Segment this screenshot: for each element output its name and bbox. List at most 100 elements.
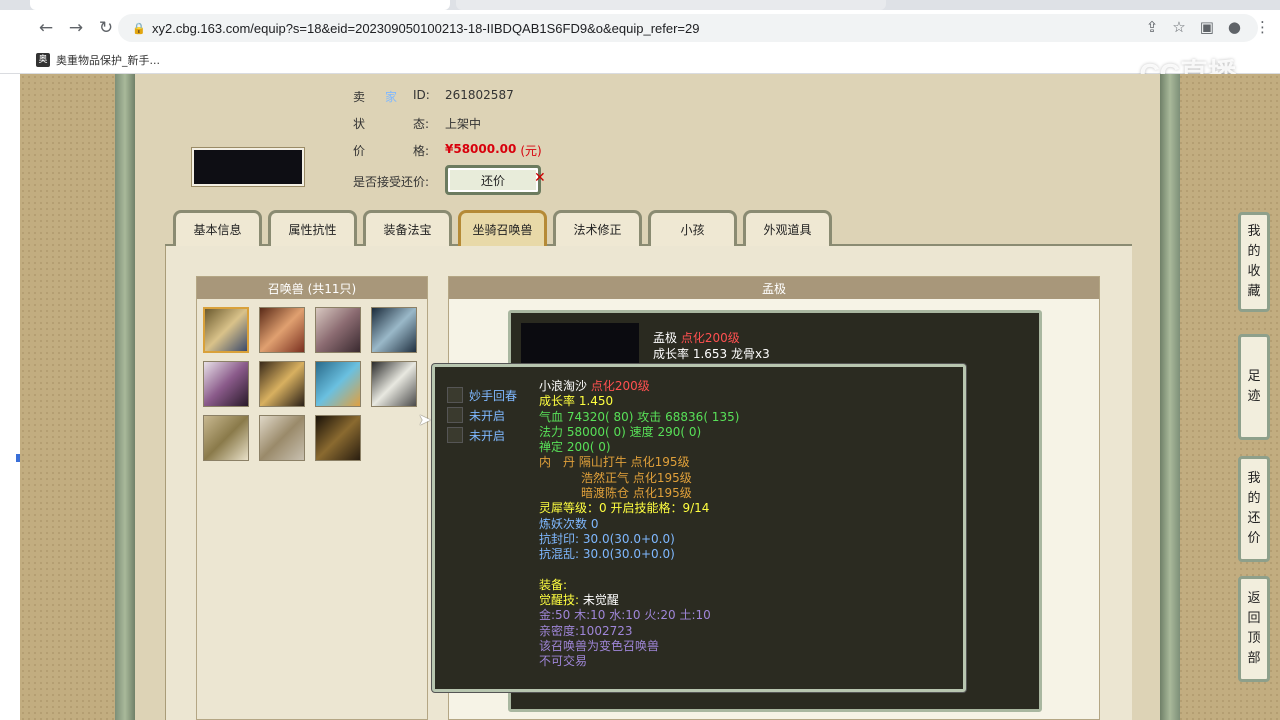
skill-icon bbox=[447, 407, 463, 423]
zen-line: 禅定 200( 0) bbox=[539, 440, 739, 455]
tab-basic-info[interactable]: 基本信息 bbox=[173, 210, 262, 246]
price-label: 价 格: bbox=[353, 142, 445, 159]
btn-char: 我 bbox=[1247, 224, 1261, 239]
pet-name-line: 小浪淘沙 点化200级 bbox=[539, 379, 739, 394]
back-to-top-button[interactable]: 返 回 顶 部 bbox=[1238, 576, 1270, 682]
equip-tabs: 基本信息 属性抗性 装备法宝 坐骑召唤兽 法术修正 小孩 外观道具 bbox=[173, 210, 832, 246]
pet-avatar[interactable] bbox=[203, 415, 249, 461]
tooltip-stats: 小浪淘沙 点化200级 成长率 1.450 气血 74320( 80) 攻击 6… bbox=[539, 379, 739, 670]
skill-slot[interactable]: 妙手回春 bbox=[447, 385, 517, 405]
tab-equipment[interactable]: 装备法宝 bbox=[363, 210, 452, 246]
label-spacer bbox=[385, 142, 413, 159]
btn-char: 收 bbox=[1247, 264, 1261, 279]
left-window-strip bbox=[0, 74, 20, 720]
card-name: 孟极 bbox=[653, 331, 678, 345]
browser-tab[interactable] bbox=[456, 0, 886, 10]
btn-char: 部 bbox=[1247, 651, 1261, 666]
url-text[interactable]: xy2.cbg.163.com/equip?s=18&eid=202309050… bbox=[152, 21, 699, 36]
address-bar[interactable]: 🔒 xy2.cbg.163.com/equip?s=18&eid=2023090… bbox=[118, 14, 1258, 42]
side-panel-icon[interactable]: ▣ bbox=[1200, 18, 1214, 36]
browser-tab-strip bbox=[0, 0, 1280, 10]
forward-icon[interactable]: → bbox=[62, 14, 90, 42]
skill-name: 妙手回春 bbox=[469, 388, 518, 403]
stat-mp: 58000( 0) bbox=[566, 424, 626, 439]
awaken-value: 未觉醒 bbox=[582, 593, 619, 608]
browser-tab[interactable] bbox=[30, 0, 450, 10]
tab-mounts-pets[interactable]: 坐骑召唤兽 bbox=[458, 210, 547, 246]
stat-label: 法力 bbox=[539, 424, 564, 439]
counter-offer-row: 是否接受还价: bbox=[353, 173, 429, 190]
seller-row: 卖 家 ID: 261802587 bbox=[353, 88, 514, 105]
bookmark-star-icon[interactable]: ☆ bbox=[1172, 18, 1185, 36]
skill-list: 妙手回春 未开启 未开启 bbox=[447, 385, 517, 445]
pet-avatar[interactable] bbox=[259, 415, 305, 461]
site-info-icon[interactable]: 🔒 bbox=[132, 22, 146, 35]
resist-seal-line: 抗封印: 30.0(30.0+0.0) bbox=[539, 532, 739, 547]
pet-avatar[interactable] bbox=[371, 307, 417, 353]
seller-label: 卖 家 ID: bbox=[353, 88, 445, 105]
stat-label: 速度 bbox=[629, 424, 654, 439]
btn-char: 价 bbox=[1247, 531, 1261, 546]
tab-children[interactable]: 小孩 bbox=[648, 210, 737, 246]
resist-chaos-line: 抗混乱: 30.0(30.0+0.0) bbox=[539, 547, 739, 562]
tab-appearance[interactable]: 外观道具 bbox=[743, 210, 832, 246]
my-counter-offers-button[interactable]: 我 的 还 价 bbox=[1238, 456, 1270, 562]
stat-hp: 74320( 80) bbox=[566, 409, 634, 424]
btn-char: 回 bbox=[1247, 611, 1261, 626]
pets-panel: 召唤兽 (共11只) bbox=[196, 276, 428, 720]
bookmark-label[interactable]: 奥重物品保护_新手... bbox=[56, 52, 160, 68]
pet-avatar[interactable] bbox=[259, 307, 305, 353]
bookmark-favicon-icon: 奥 bbox=[36, 52, 50, 67]
label-char: 家 bbox=[385, 90, 398, 104]
hp-atk-line: 气血 74320( 80) 攻击 68836( 135) bbox=[539, 410, 739, 425]
variant-note: 该召唤兽为变色召唤兽 bbox=[539, 639, 660, 654]
btn-char: 藏 bbox=[1247, 284, 1261, 299]
pet-tooltip: 妙手回春 未开启 未开启 小浪淘沙 点化200级 成长率 1.450 气血 74… bbox=[432, 364, 966, 692]
awaken-label: 觉醒技: bbox=[539, 593, 580, 608]
stat-zen: 200( 0) bbox=[566, 440, 611, 455]
pet-avatar[interactable] bbox=[315, 415, 361, 461]
refine-count: 炼妖次数 0 bbox=[539, 516, 599, 531]
footprint-button[interactable]: 足 迹 bbox=[1238, 334, 1270, 440]
card-growth: 成长率 1.653 龙骨x3 bbox=[653, 347, 770, 361]
menu-icon[interactable]: ⋮ bbox=[1255, 18, 1270, 36]
stat-label: 抗封印: bbox=[539, 531, 580, 546]
skill-slot[interactable]: 未开启 bbox=[447, 425, 517, 445]
skill-slot[interactable]: 未开启 bbox=[447, 405, 517, 425]
pet-avatar[interactable] bbox=[371, 361, 417, 407]
resist-seal: 30.0(30.0+0.0) bbox=[582, 531, 675, 546]
price-row: 价 格: ¥58000.00 (元) bbox=[353, 142, 542, 159]
pet-avatar[interactable] bbox=[315, 361, 361, 407]
btn-char: 迹 bbox=[1247, 389, 1261, 404]
back-icon[interactable]: ← bbox=[32, 14, 60, 42]
pet-avatar[interactable] bbox=[203, 361, 249, 407]
pet-portrait bbox=[521, 323, 639, 363]
share-icon[interactable]: ⇪ bbox=[1146, 18, 1159, 36]
pet-avatar[interactable] bbox=[315, 307, 361, 353]
btn-char: 我 bbox=[1247, 471, 1261, 486]
reload-icon[interactable]: ↻ bbox=[92, 14, 120, 42]
pet-avatar[interactable] bbox=[203, 307, 249, 353]
bookmark-item[interactable]: 奥 奥重物品保护_新手... bbox=[36, 52, 160, 68]
skill-name: 未开启 bbox=[469, 408, 506, 423]
tab-spell-correction[interactable]: 法术修正 bbox=[553, 210, 642, 246]
label-char: 格: bbox=[413, 144, 430, 158]
equip-label: 装备: bbox=[539, 577, 568, 592]
card-name-tag: 点化200级 bbox=[680, 331, 740, 345]
label-char: ID: bbox=[413, 88, 430, 102]
intimacy: 亲密度:1002723 bbox=[539, 623, 633, 638]
pet-avatar[interactable] bbox=[259, 361, 305, 407]
seller-id: 261802587 bbox=[445, 88, 514, 102]
close-icon[interactable]: ✕ bbox=[534, 170, 546, 186]
browser-toolbar: ← → ↻ 🔒 xy2.cbg.163.com/equip?s=18&eid=2… bbox=[0, 10, 1280, 46]
status-label: 状 态: bbox=[353, 115, 445, 132]
counter-offer-button[interactable]: 还价 bbox=[445, 165, 541, 195]
my-favorites-button[interactable]: 我 的 收 藏 bbox=[1238, 212, 1270, 312]
label-char: 价 bbox=[353, 144, 366, 158]
tab-attributes[interactable]: 属性抗性 bbox=[268, 210, 357, 246]
neidan-item: 隔山打牛 点化195级 bbox=[578, 455, 690, 470]
character-thumbnail[interactable] bbox=[192, 148, 304, 186]
frame-border-left bbox=[115, 74, 135, 720]
label-char: 状 bbox=[353, 117, 366, 131]
profile-icon[interactable]: ● bbox=[1228, 18, 1241, 36]
